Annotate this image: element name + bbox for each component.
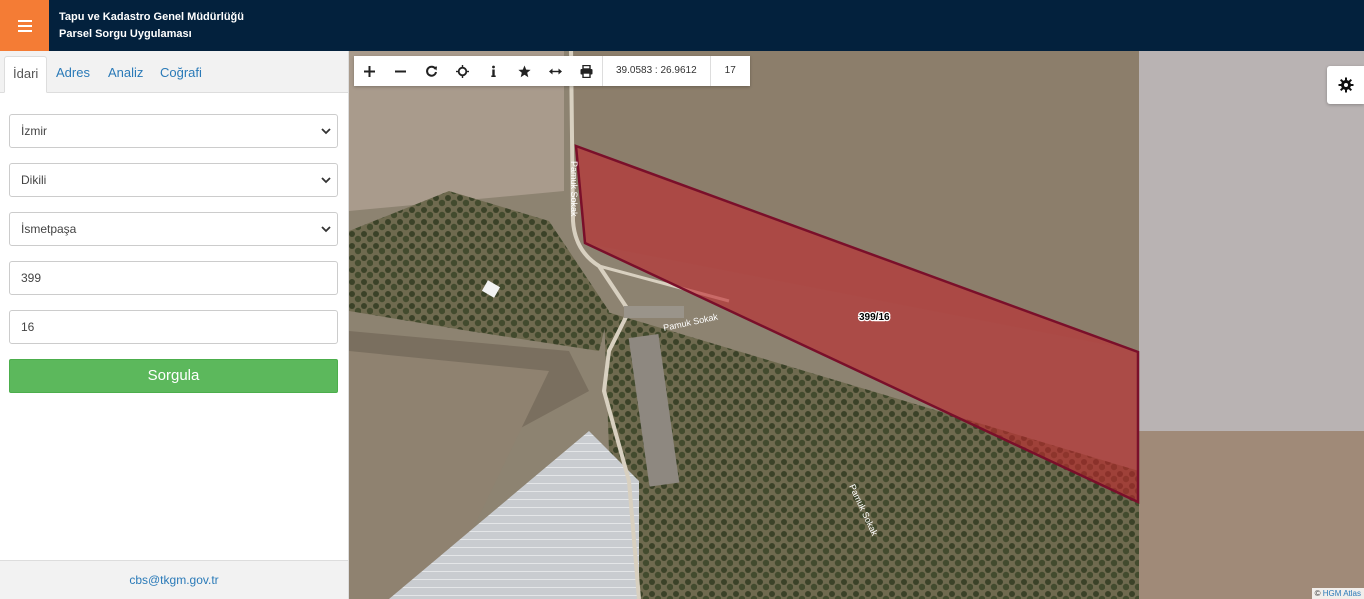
hamburger-icon [17,19,32,32]
chevron-down-icon [321,128,331,135]
refresh-button[interactable] [416,56,447,86]
parcel-label: 399/16 [859,312,890,323]
satellite-imagery: Pamuk Sokak Pamuk Sokak Pamuk Sokak 399/… [349,51,1364,599]
gear-icon [1338,77,1353,93]
measure-icon [549,68,562,74]
map-attribution: © HGM Atlas [1311,588,1364,599]
chevron-down-icon [321,177,331,184]
tab-bar: İdari Adres Analiz Coğrafi [0,51,348,93]
zoom-out-icon [395,70,406,72]
mahalle-select[interactable]: İsmetpaşa [9,212,338,246]
ilce-select[interactable]: Dikili [9,163,338,197]
tab-analiz[interactable]: Analiz [100,56,151,93]
app-title-line1: Tapu ve Kadastro Genel Müdürlüğü [59,11,244,23]
zoom-in-icon [364,65,375,77]
menu-button[interactable] [0,0,49,51]
ilce-select-value: Dikili [21,173,47,187]
map-view[interactable]: Pamuk Sokak Pamuk Sokak Pamuk Sokak 399/… [349,51,1364,599]
top-bar: Tapu ve Kadastro Genel Müdürlüğü Parsel … [0,0,1364,51]
mahalle-select-value: İsmetpaşa [21,222,77,236]
info-icon [491,65,496,77]
ada-input[interactable]: 399 [9,261,338,295]
measure-button[interactable] [540,56,571,86]
ada-input-value: 399 [21,271,42,285]
zoom-out-button[interactable] [385,56,416,86]
chevron-down-icon [321,226,331,233]
app-title: Tapu ve Kadastro Genel Müdürlüğü Parsel … [59,9,244,43]
parsel-input[interactable]: 16 [9,310,338,344]
locate-button[interactable] [447,56,478,86]
attribution-link[interactable]: HGM Atlas [1323,589,1361,598]
print-icon [580,64,593,78]
coordinate-readout: 39.0583 : 26.9612 [602,56,710,86]
tab-adres[interactable]: Adres [48,56,98,93]
street-label: Pamuk Sokak [569,161,579,217]
parsel-input-value: 16 [21,320,35,334]
tab-idari[interactable]: İdari [4,56,48,93]
favorite-button[interactable] [509,56,540,86]
locate-icon [456,64,469,78]
zoom-in-button[interactable] [354,56,385,86]
sidebar-footer: cbs@tkgm.gov.tr [0,560,348,599]
sidebar: İdari Adres Analiz Coğrafi İzmir Dikili … [0,51,349,599]
print-button[interactable] [571,56,602,86]
map-toolbar: 39.0583 : 26.9612 17 [354,56,750,86]
settings-button[interactable] [1327,66,1364,104]
info-button[interactable] [478,56,509,86]
app-title-line2: Parsel Sorgu Uygulaması [59,28,192,40]
il-select-value: İzmir [21,124,47,138]
attribution-prefix: © [1314,589,1321,598]
refresh-icon [426,65,437,77]
contact-email-link[interactable]: cbs@tkgm.gov.tr [129,573,218,587]
sorgula-button[interactable]: Sorgula [9,359,338,393]
zoom-level: 17 [709,56,750,86]
il-select[interactable]: İzmir [9,114,338,148]
star-icon [518,65,531,77]
tab-cografi[interactable]: Coğrafi [152,56,210,93]
